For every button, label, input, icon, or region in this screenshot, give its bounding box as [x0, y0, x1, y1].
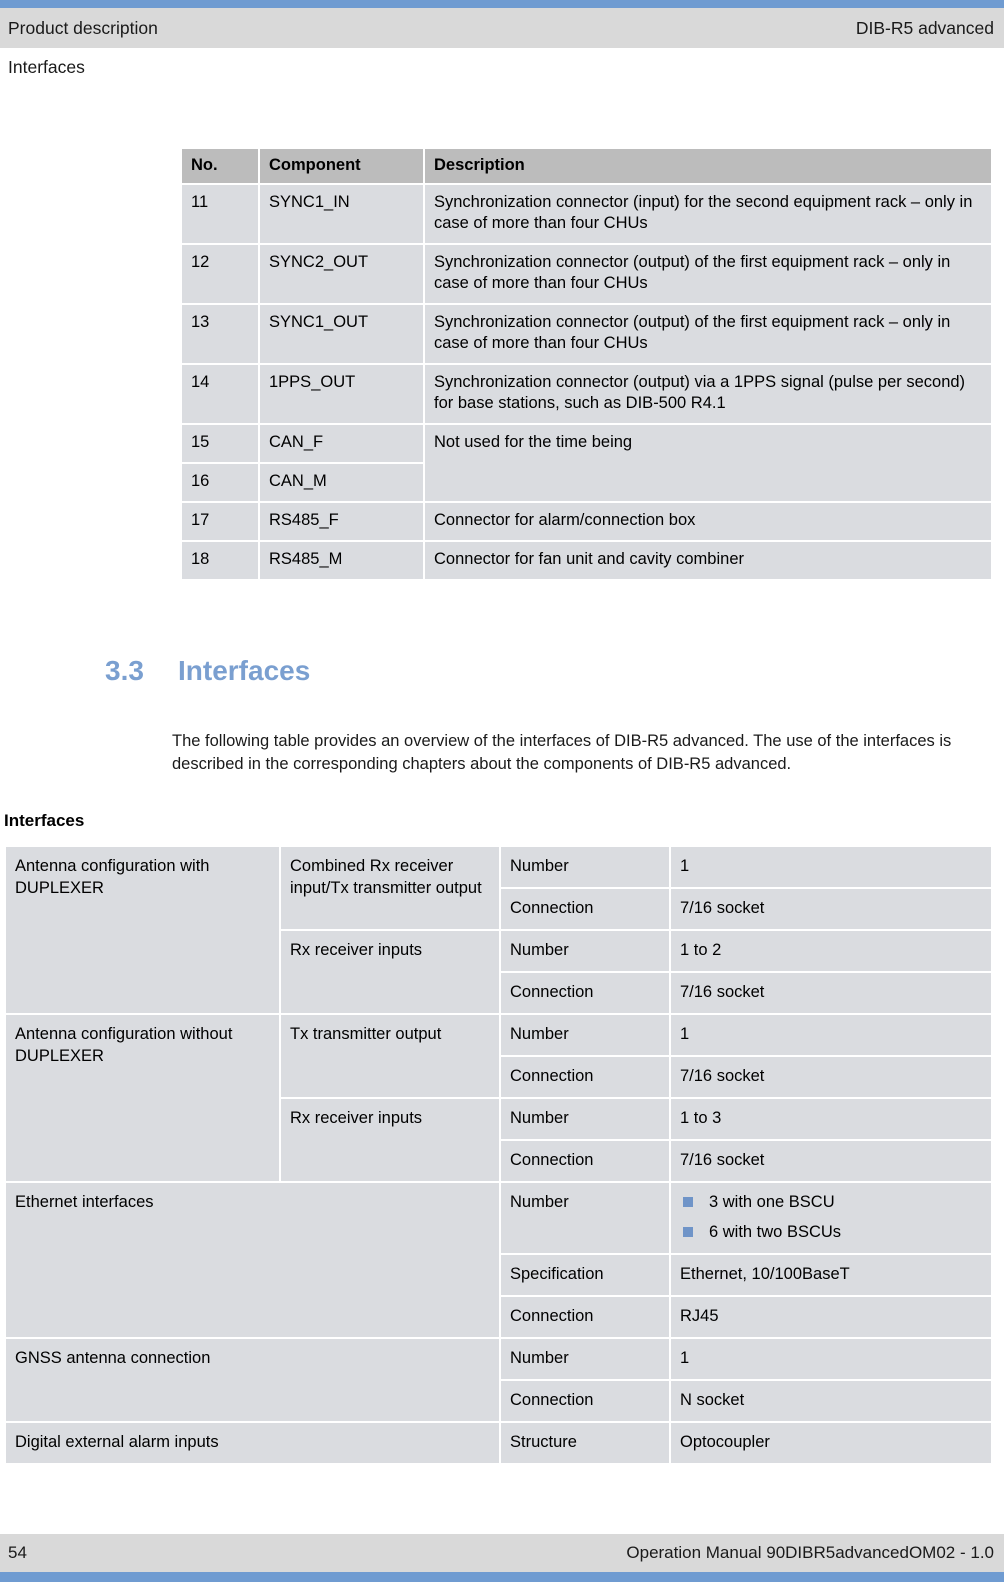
section-number: 3.3	[105, 655, 144, 686]
cell-no: 16	[182, 464, 258, 501]
page-number: 54	[8, 1543, 27, 1562]
cell-group-antenna-without-duplexer: Antenna configuration without DUPLEXER	[6, 1015, 279, 1181]
cell-value-ethernet-connection: RJ45	[671, 1297, 991, 1337]
cell-component: RS485_M	[260, 542, 423, 579]
cell-value-ethernet-number: 3 with one BSCU 6 with two BSCUs	[671, 1183, 991, 1253]
cell-subgroup-tx-output: Tx transmitter output	[281, 1015, 499, 1097]
table-row: Ethernet interfaces Number 3 with one BS…	[6, 1183, 991, 1337]
cell-no: 17	[182, 503, 258, 540]
list-item-label: 6 with two BSCUs	[709, 1223, 842, 1241]
cell-description: Synchronization connector (output) of th…	[425, 245, 991, 303]
table-row: 11 SYNC1_IN Synchronization connector (i…	[182, 185, 991, 243]
table-row: 15 CAN_F Not used for the time being	[182, 425, 991, 501]
cell-value-gnss-number: 1	[671, 1339, 991, 1379]
cell-label-connection: Connection	[501, 889, 669, 929]
cell-value-ethernet-specification: Ethernet, 10/100BaseT	[671, 1255, 991, 1295]
cell-subgroup-rx-inputs-2: Rx receiver inputs	[281, 1099, 499, 1181]
table-row: 18 RS485_M Connector for fan unit and ca…	[182, 542, 991, 579]
cell-value-rx2-connection: 7/16 socket	[671, 1141, 991, 1181]
table-row: 12 SYNC2_OUT Synchronization connector (…	[182, 245, 991, 303]
cell-label-number: Number	[501, 1015, 669, 1055]
cell-label-connection: Connection	[501, 1141, 669, 1181]
cell-no: 13	[182, 305, 258, 363]
cell-no: 18	[182, 542, 258, 579]
cell-label-connection: Connection	[501, 1297, 669, 1337]
cell-value-digital-structure: Optocoupler	[671, 1423, 991, 1463]
table-row: Digital external alarm inputs Structure …	[6, 1423, 991, 1463]
table-row: GNSS antenna connection Number 1	[6, 1339, 991, 1421]
footer-manual-title: Operation Manual 90DIBR5advancedOM02 - 1…	[626, 1543, 994, 1562]
cell-description: Connector for fan unit and cavity combin…	[425, 542, 991, 579]
cell-group-gnss: GNSS antenna connection	[6, 1339, 499, 1421]
cell-label-connection: Connection	[501, 1381, 669, 1421]
ethernet-number-bullet-list: 3 with one BSCU 6 with two BSCUs	[680, 1191, 982, 1243]
table-row: 13 SYNC1_OUT Synchronization connector (…	[182, 305, 991, 363]
table-row: 17 RS485_F Connector for alarm/connectio…	[182, 503, 991, 540]
cell-label-number: Number	[501, 1183, 669, 1253]
square-bullet-icon	[683, 1197, 693, 1207]
page-footer: 54 Operation Manual 90DIBR5advancedOM02 …	[0, 1534, 1004, 1572]
table-row: Antenna configuration with DUPLEXER Comb…	[6, 847, 991, 1013]
table-row: 14 1PPS_OUT Synchronization connector (o…	[182, 365, 991, 423]
interfaces-table: Antenna configuration with DUPLEXER Comb…	[4, 845, 993, 1465]
section-heading: 3.3 Interfaces	[105, 654, 310, 688]
column-header-description: Description	[425, 149, 991, 183]
cell-description: Synchronization connector (output) of th…	[425, 305, 991, 363]
cell-label-number: Number	[501, 931, 669, 971]
header-right-title: DIB-R5 advanced	[855, 18, 994, 38]
cell-value-tx-connection: 7/16 socket	[671, 1057, 991, 1097]
cell-label-specification: Specification	[501, 1255, 669, 1295]
header-subtitle: Interfaces	[8, 57, 85, 77]
cell-component: SYNC1_IN	[260, 185, 423, 243]
table-header-row: No. Component Description	[182, 149, 991, 183]
cell-component: CAN_M	[260, 464, 423, 501]
cell-component: 1PPS_OUT	[260, 365, 423, 423]
cell-group-antenna-with-duplexer: Antenna configuration with DUPLEXER	[6, 847, 279, 1013]
cell-group-digital-alarm: Digital external alarm inputs	[6, 1423, 499, 1463]
list-item: 6 with two BSCUs	[680, 1221, 982, 1243]
cell-no: 11	[182, 185, 258, 243]
page-header: Product description DIB-R5 advanced	[0, 8, 1004, 48]
cell-value-rx2-number: 1 to 3	[671, 1099, 991, 1139]
cell-description: Connector for alarm/connection box	[425, 503, 991, 540]
cell-description-merged: Not used for the time being	[425, 425, 991, 501]
cell-label-connection: Connection	[501, 1057, 669, 1097]
top-blue-rule	[0, 0, 1004, 8]
cell-label-structure: Structure	[501, 1423, 669, 1463]
bottom-blue-rule	[0, 1572, 1004, 1582]
cell-group-ethernet: Ethernet interfaces	[6, 1183, 499, 1337]
column-header-no: No.	[182, 149, 258, 183]
cell-value-tx-number: 1	[671, 1015, 991, 1055]
cell-subgroup-rx-inputs-1: Rx receiver inputs	[281, 931, 499, 1013]
cell-component: CAN_F	[260, 425, 423, 462]
cell-no: 15	[182, 425, 258, 462]
table-row: Antenna configuration without DUPLEXER T…	[6, 1015, 991, 1181]
header-left-title: Product description	[8, 18, 158, 38]
cell-label-number: Number	[501, 1339, 669, 1379]
interfaces-table-caption: Interfaces	[4, 811, 85, 830]
section-title: Interfaces	[178, 655, 311, 686]
cell-no: 14	[182, 365, 258, 423]
square-bullet-icon	[683, 1227, 693, 1237]
list-item-label: 3 with one BSCU	[709, 1193, 835, 1211]
cell-value-combined-connection: 7/16 socket	[671, 889, 991, 929]
cell-value-combined-number: 1	[671, 847, 991, 887]
cell-description: Synchronization connector (input) for th…	[425, 185, 991, 243]
cell-component: SYNC1_OUT	[260, 305, 423, 363]
components-table: No. Component Description 11 SYNC1_IN Sy…	[180, 147, 993, 581]
cell-label-number: Number	[501, 847, 669, 887]
cell-subgroup-combined-rx-tx: Combined Rx receiver input/Tx transmitte…	[281, 847, 499, 929]
cell-label-number: Number	[501, 1099, 669, 1139]
column-header-component: Component	[260, 149, 423, 183]
list-item: 3 with one BSCU	[680, 1191, 982, 1213]
cell-no: 12	[182, 245, 258, 303]
section-body-text: The following table provides an overview…	[172, 732, 952, 773]
cell-value-gnss-connection: N socket	[671, 1381, 991, 1421]
cell-component: SYNC2_OUT	[260, 245, 423, 303]
cell-label-connection: Connection	[501, 973, 669, 1013]
cell-value-rx1-connection: 7/16 socket	[671, 973, 991, 1013]
cell-component: RS485_F	[260, 503, 423, 540]
cell-value-rx1-number: 1 to 2	[671, 931, 991, 971]
cell-description: Synchronization connector (output) via a…	[425, 365, 991, 423]
